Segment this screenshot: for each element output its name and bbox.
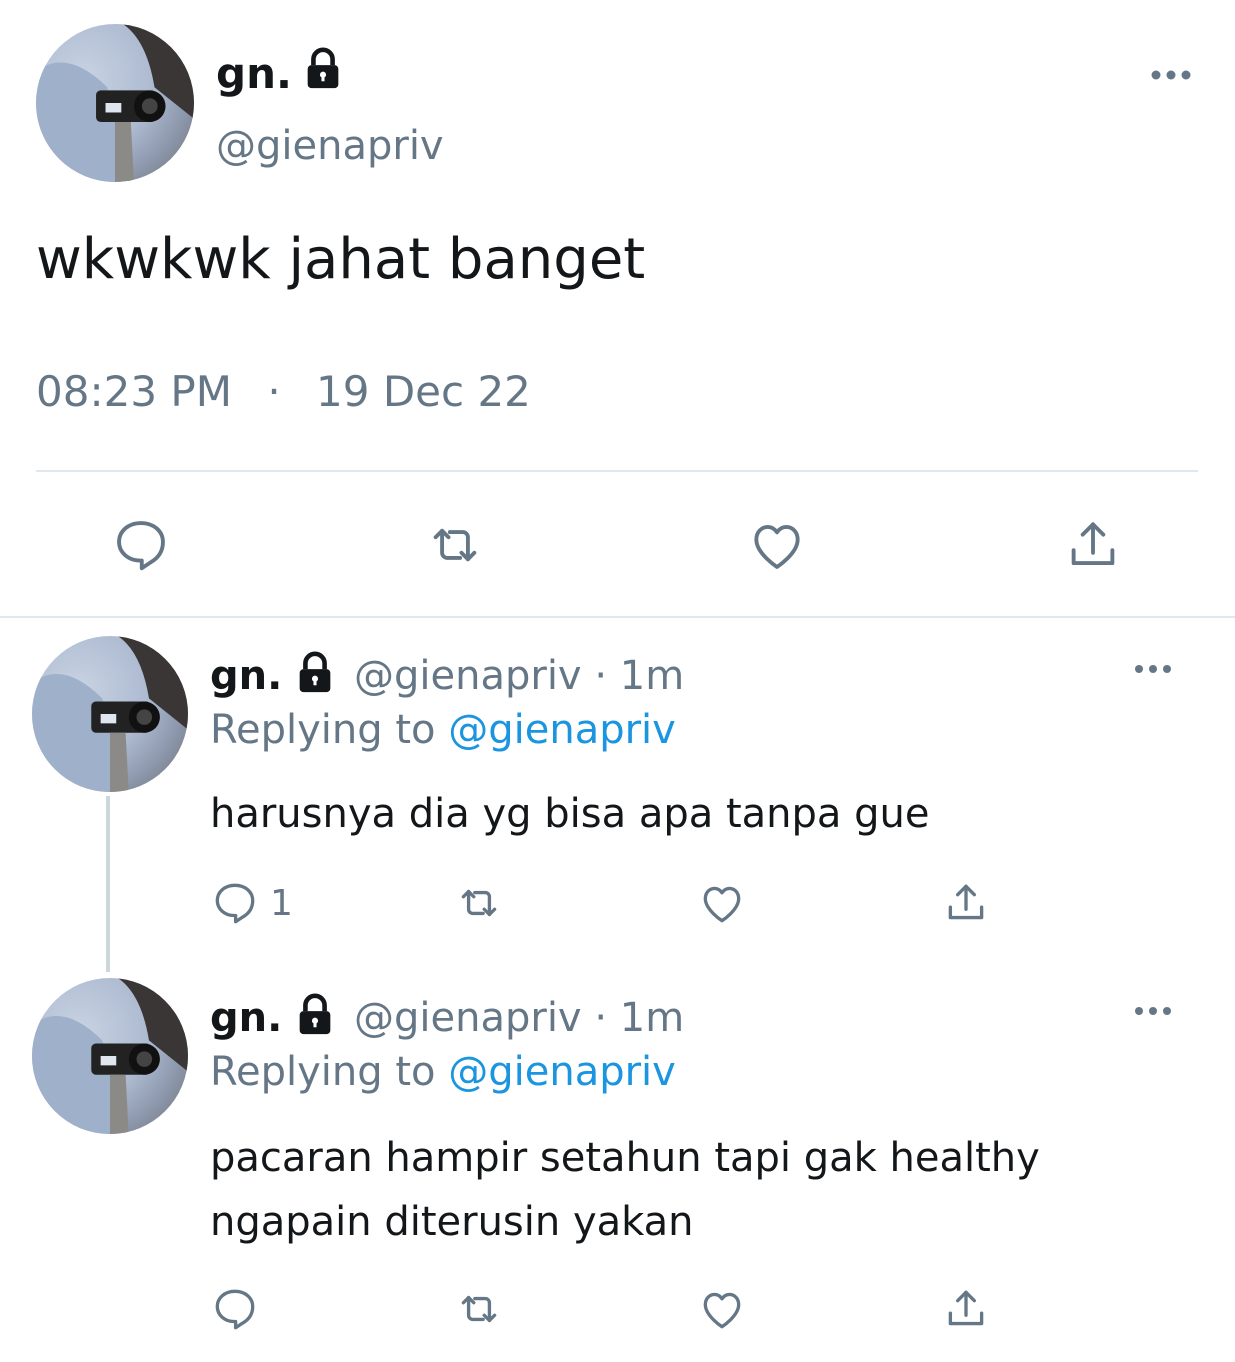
more-options-icon[interactable] [1132, 998, 1174, 1024]
tweet-text: wkwkwk jahat banget [36, 227, 646, 292]
avatar[interactable] [32, 978, 188, 1134]
thread-line [106, 796, 110, 972]
tweet-time: 08:23 PM [36, 367, 232, 416]
share-icon[interactable] [1062, 514, 1124, 576]
retweet-icon[interactable] [452, 878, 506, 928]
divider [36, 470, 1198, 472]
avatar[interactable] [32, 636, 188, 792]
reply-text-line: harusnya dia yg bisa apa tanpa gue [210, 791, 930, 837]
reply-text: pacaran hampir setahun tapi gak healthy … [210, 1126, 1040, 1254]
display-name[interactable]: gn. [210, 653, 282, 699]
lock-icon [300, 46, 346, 92]
like-icon[interactable] [746, 514, 808, 576]
avatar[interactable] [36, 24, 194, 182]
avatar-image [36, 24, 194, 182]
retweet-icon[interactable] [452, 1284, 506, 1334]
replying-to: Replying to @gienapriv [210, 1044, 676, 1100]
reply-icon[interactable] [210, 878, 260, 928]
reply-icon[interactable] [110, 514, 172, 576]
replying-handle-link[interactable]: @gienapriv [448, 707, 676, 753]
replying-prefix: Replying to [210, 707, 436, 753]
handle-time[interactable]: @gienapriv · 1m [354, 990, 684, 1046]
share-icon[interactable] [940, 878, 992, 928]
lock-icon [292, 992, 338, 1038]
retweet-icon[interactable] [422, 514, 488, 576]
reply-count: 1 [270, 883, 293, 924]
handle-time[interactable]: @gienapriv · 1m [354, 648, 684, 704]
more-options-icon[interactable] [1132, 656, 1174, 682]
reply-text-line: ngapain diterusin yakan [210, 1199, 694, 1245]
reply-icon[interactable] [210, 1284, 260, 1334]
replying-handle-link[interactable]: @gienapriv [448, 1049, 676, 1095]
tweet-timestamp: 08:23 PM · 19 Dec 22 [36, 362, 531, 422]
reply-header: gn. [210, 648, 282, 704]
avatar-image [32, 636, 188, 792]
reply-header: gn. [210, 990, 282, 1046]
like-icon[interactable] [696, 1284, 748, 1334]
lock-icon [292, 650, 338, 696]
share-icon[interactable] [940, 1284, 992, 1334]
handle[interactable]: @gienapriv [216, 118, 444, 174]
tweet-date: 19 Dec 22 [316, 367, 531, 416]
reply-text-line: pacaran hampir setahun tapi gak healthy [210, 1135, 1040, 1181]
avatar-image [32, 978, 188, 1134]
replying-to: Replying to @gienapriv [210, 702, 676, 758]
display-name[interactable]: gn. [210, 995, 282, 1041]
more-options-icon[interactable] [1148, 60, 1194, 90]
separator-dot: · [267, 367, 281, 416]
like-icon[interactable] [696, 878, 748, 928]
reply-text: harusnya dia yg bisa apa tanpa gue [210, 786, 929, 842]
replying-prefix: Replying to [210, 1049, 436, 1095]
display-name[interactable]: gn. [216, 44, 292, 104]
section-divider [0, 616, 1235, 618]
